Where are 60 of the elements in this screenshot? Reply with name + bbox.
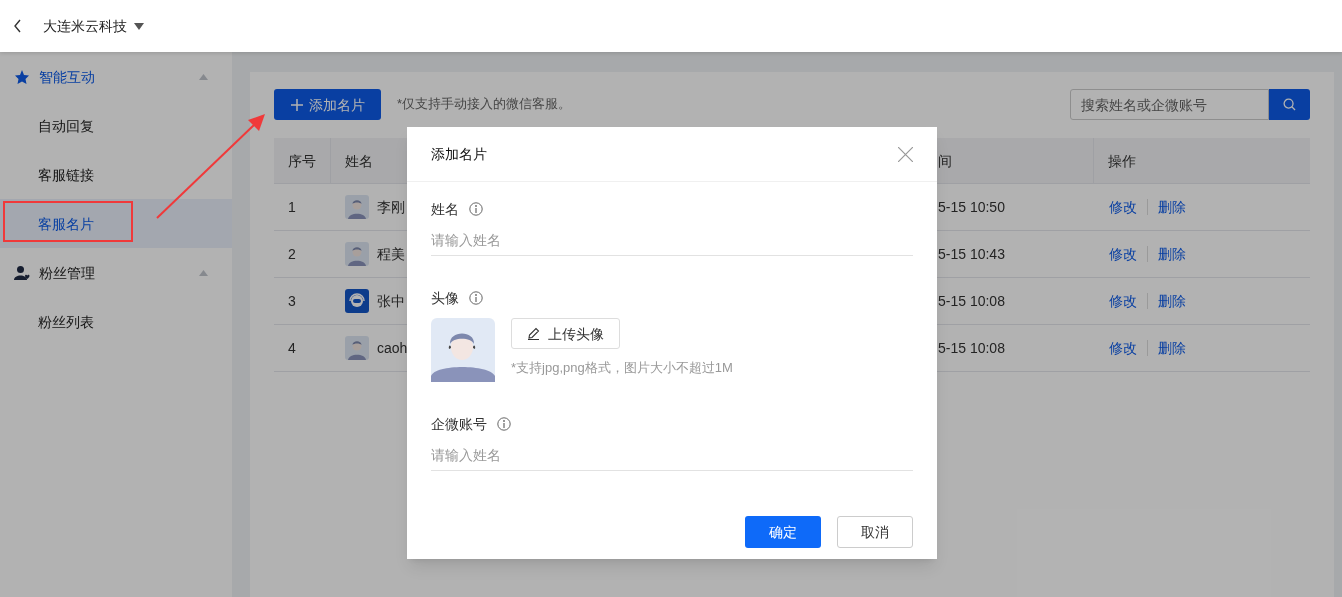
column-header: 序号 [274, 138, 331, 183]
info-icon[interactable] [469, 291, 483, 305]
sidebar-item[interactable]: 粉丝列表 [0, 297, 232, 346]
table-cell-text: 李刚 [377, 198, 405, 217]
sidebar-group[interactable]: 粉丝管理 [0, 248, 232, 297]
info-icon[interactable] [497, 417, 511, 431]
text-field[interactable]: 请输入姓名 [431, 225, 913, 256]
edit-link[interactable]: 修改 [1109, 291, 1137, 311]
group-label: 粉丝管理 [39, 263, 95, 283]
upload-avatar-button[interactable]: 上传头像 [511, 318, 620, 349]
table-cell-text: 2 [287, 245, 297, 264]
group-label: 智能互动 [39, 67, 95, 87]
pencil-icon [527, 327, 540, 340]
column-header: 操作 [1107, 151, 1137, 171]
edit-link[interactable]: 修改 [1109, 244, 1137, 264]
sidebar-item[interactable]: 客服链接 [0, 150, 232, 199]
edit-link[interactable]: 修改 [1109, 338, 1137, 358]
edit-link[interactable]: 修改 [1109, 197, 1137, 217]
note-text: *仅支持手动接入的微信客服。 [397, 95, 572, 114]
table-cell-text: 5-15 10:50 [937, 198, 1006, 217]
field-label: 企微账号 [431, 415, 487, 434]
dialog-title: 添加名片 [431, 145, 487, 164]
add-card-button[interactable]: 添加名片 [274, 89, 381, 120]
info-icon[interactable] [469, 202, 483, 216]
plus-icon [290, 98, 303, 111]
table-cell-text: 4 [287, 339, 297, 358]
search-icon [1283, 98, 1296, 111]
star-icon [14, 68, 30, 85]
robot-avatar-icon [345, 289, 369, 313]
avatar-icon [345, 336, 369, 360]
sidebar-item[interactable]: 客服名片 [0, 199, 232, 248]
cancel-button[interactable]: 取消 [837, 516, 913, 548]
hint-text: *支持jpg,png格式，图片大小不超过1M [511, 359, 733, 377]
confirm-button[interactable]: 确定 [745, 516, 821, 548]
sidebar-group[interactable]: 智能互动 [0, 52, 232, 101]
table-cell-text: 5-15 10:43 [937, 245, 1006, 264]
dropdown-caret-icon[interactable] [134, 22, 144, 30]
company-name[interactable]: 大连米云科技 [43, 16, 127, 36]
table-cell-text: 张中 [377, 292, 405, 311]
field-label: 头像 [431, 289, 459, 308]
table-cell-text: caoh [377, 339, 408, 358]
table-cell-text: 程美 [377, 245, 405, 264]
delete-link[interactable]: 删除 [1158, 244, 1186, 264]
avatar-preview [431, 318, 495, 382]
search-field[interactable]: 搜索姓名或企微账号 [1070, 89, 1269, 120]
close-icon[interactable] [898, 146, 913, 162]
table-cell-text: 1 [287, 198, 297, 217]
delete-link[interactable]: 删除 [1158, 197, 1186, 217]
delete-link[interactable]: 删除 [1158, 291, 1186, 311]
field-label: 姓名 [431, 200, 459, 219]
user-icon [14, 264, 30, 281]
search-button[interactable] [1269, 89, 1310, 120]
sidebar-item[interactable]: 自动回复 [0, 101, 232, 150]
text-field[interactable]: 请输入姓名 [431, 440, 913, 471]
table-cell-text: 5-15 10:08 [937, 339, 1006, 358]
table-cell-text: 5-15 10:08 [937, 292, 1006, 311]
table-cell-text: 3 [287, 292, 297, 311]
avatar-icon [345, 195, 369, 219]
delete-link[interactable]: 删除 [1158, 338, 1186, 358]
avatar-icon [345, 242, 369, 266]
